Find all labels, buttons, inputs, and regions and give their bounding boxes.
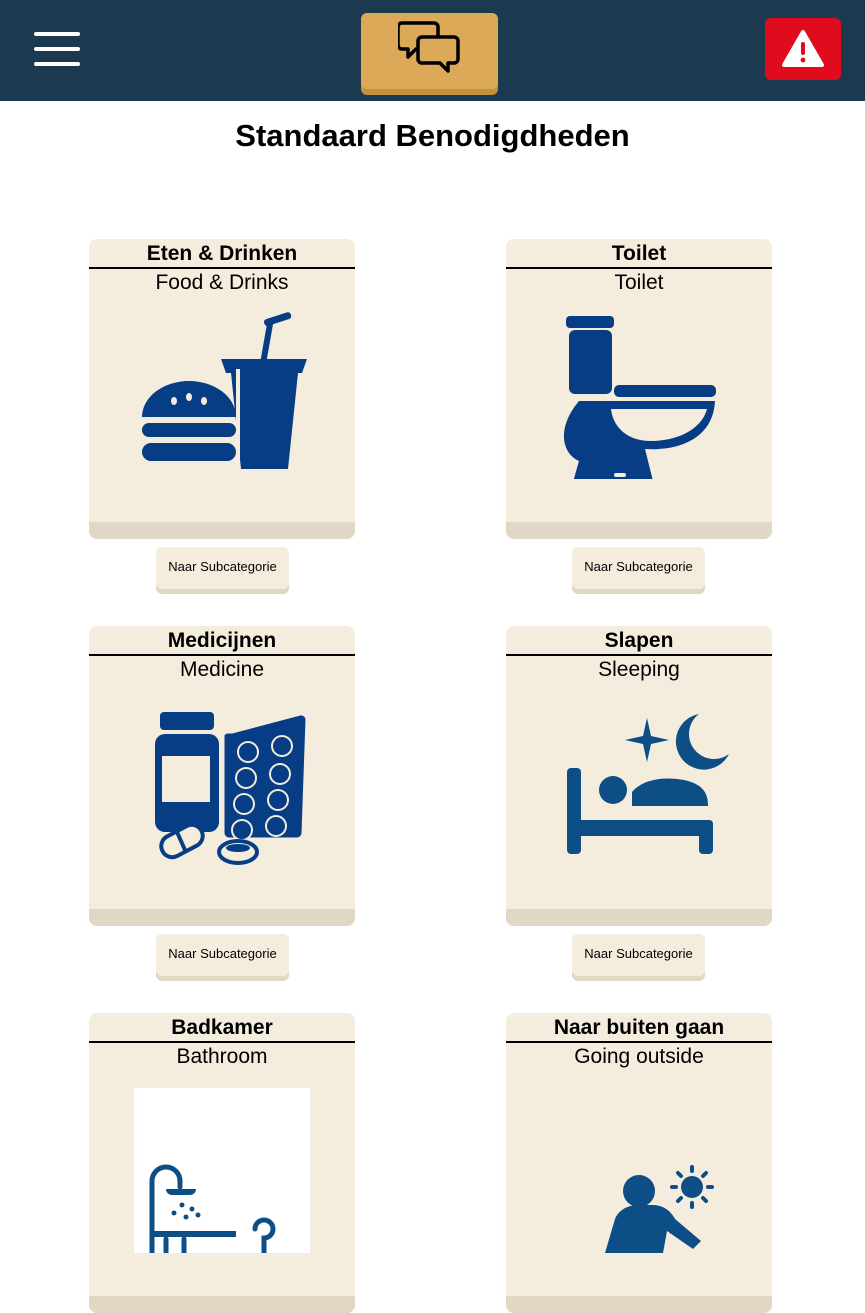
- card-title: Eten & Drinken: [89, 241, 355, 269]
- subcategory-button-medicine[interactable]: Naar Subcategorie: [156, 934, 289, 976]
- card-title: Badkamer: [89, 1015, 355, 1043]
- subcategory-button-toilet[interactable]: Naar Subcategorie: [572, 547, 705, 589]
- card-title: Toilet: [506, 241, 772, 269]
- card-title: Slapen: [506, 628, 772, 656]
- category-card-bathroom[interactable]: Badkamer Bathroom: [89, 1013, 355, 1313]
- menu-icon[interactable]: [34, 32, 80, 66]
- going-outside-icon: [605, 1165, 714, 1253]
- category-card-medicine[interactable]: Medicijnen Medicine: [89, 626, 355, 926]
- card-subtitle: Going outside: [574, 1045, 704, 1068]
- card-subtitle: Medicine: [179, 658, 265, 681]
- chat-button[interactable]: [361, 13, 498, 89]
- category-card-toilet[interactable]: Toilet Toilet: [506, 239, 772, 539]
- bathroom-icon: [134, 1088, 310, 1253]
- category-card-food-drinks[interactable]: Eten & Drinken Food & Drinks: [89, 239, 355, 539]
- category-card-going-outside[interactable]: Naar buiten gaan Going outside: [506, 1013, 772, 1313]
- sleeping-icon: [567, 714, 729, 854]
- category-card-sleeping[interactable]: Slapen Sleeping: [506, 626, 772, 926]
- top-bar: [0, 0, 865, 101]
- chat-bubbles-icon: [397, 21, 460, 73]
- alert-button[interactable]: [765, 18, 841, 80]
- medicine-icon: [155, 712, 309, 865]
- card-title: Medicijnen: [89, 628, 355, 656]
- page-title: Standaard Benodigdheden: [235, 118, 630, 153]
- food-drinks-icon: [142, 312, 307, 469]
- card-subtitle: Sleeping: [598, 658, 680, 681]
- toilet-icon: [564, 316, 716, 479]
- warning-icon: [782, 30, 824, 67]
- subcategory-button-food-drinks[interactable]: Naar Subcategorie: [156, 547, 289, 589]
- card-subtitle: Toilet: [614, 271, 664, 294]
- subcategory-button-sleeping[interactable]: Naar Subcategorie: [572, 934, 705, 976]
- card-title: Naar buiten gaan: [506, 1015, 772, 1043]
- card-subtitle: Bathroom: [176, 1045, 268, 1068]
- card-subtitle: Food & Drinks: [155, 271, 289, 294]
